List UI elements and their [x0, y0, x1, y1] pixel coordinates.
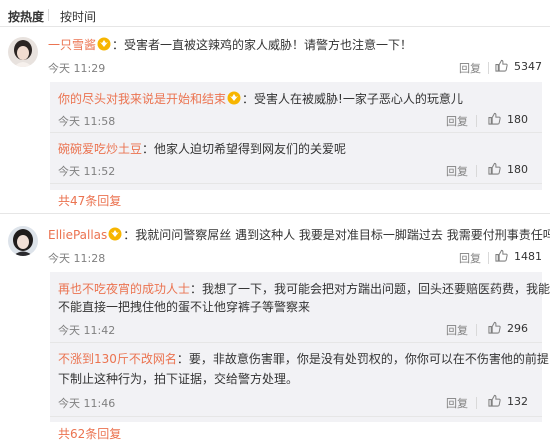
comment-text: ：受害者一直被这辣鸡的家人威胁！请警方也注意一下！ — [112, 38, 413, 52]
reply-text: ：他家人迫切希望得到网友们的关爱呢 — [142, 142, 347, 156]
reply-time: 今天 11:58 — [58, 115, 116, 128]
thumbs-up-icon — [488, 394, 501, 407]
reply-button[interactable]: 回复 — [446, 322, 468, 338]
sort-by-hot-tab[interactable]: 按热度 — [8, 8, 44, 25]
comment-text: ：我就问问警察屌丝 遇到这种人 我要是对准目标一脚踹过去 我需要付刑事责任吗 — [123, 228, 550, 242]
more-replies-link[interactable]: 共62条回复 — [58, 425, 121, 442]
reply-button[interactable]: 回复 — [446, 113, 468, 129]
thumbs-up-icon — [495, 59, 508, 72]
like-count: 296 — [507, 322, 528, 335]
sort-divider — [48, 9, 49, 21]
like-count: 132 — [507, 395, 528, 408]
action-divider — [476, 324, 477, 336]
reply-username[interactable]: 碗碗爱吃炒土豆 — [58, 142, 142, 156]
like-button[interactable]: 296 — [488, 321, 528, 335]
reply-time: 今天 11:46 — [58, 397, 116, 410]
vip-badge-icon — [108, 227, 122, 241]
action-divider — [488, 252, 489, 264]
comment-time: 今天 11:28 — [48, 252, 106, 265]
reply-time: 今天 11:42 — [58, 324, 116, 337]
like-button[interactable]: 1481 — [495, 249, 542, 263]
reply-divider — [50, 416, 542, 417]
vip-badge-icon — [97, 37, 111, 51]
like-button[interactable]: 180 — [488, 162, 528, 176]
action-divider — [476, 165, 477, 177]
reply-text: ：要，非故意伤害罪，你是没有处罚权的，你你可以在不伤害他的前提 — [176, 352, 549, 366]
action-divider — [488, 62, 489, 74]
avatar[interactable] — [8, 37, 38, 67]
reply-button[interactable]: 回复 — [446, 395, 468, 411]
reply-divider — [50, 342, 542, 343]
reply-text-continued: 下制止这种行为，拍下证据，交给警方处理。 — [58, 372, 299, 386]
thumbs-up-icon — [488, 112, 501, 125]
like-count: 1481 — [514, 250, 542, 263]
action-divider — [476, 397, 477, 409]
comment-username[interactable]: ElliePallas — [48, 228, 107, 242]
like-count: 5347 — [514, 60, 542, 73]
like-count: 180 — [507, 113, 528, 126]
reply-username[interactable]: 不涨到130斤不改网名 — [58, 352, 177, 366]
comment-divider — [0, 213, 550, 214]
reply-text-continued: 不能直接一把拽住他的蛋不让他穿裤子等警察来 — [58, 300, 311, 314]
reply-divider — [50, 183, 542, 184]
reply-time: 今天 11:52 — [58, 165, 116, 178]
comment-time: 今天 11:29 — [48, 62, 106, 75]
reply-username[interactable]: 你的尽头对我来说是开始和结束 — [58, 92, 226, 106]
thumbs-up-icon — [488, 162, 501, 175]
vip-badge-icon — [227, 91, 241, 105]
comment-username[interactable]: 一只雪酱 — [48, 38, 96, 52]
reply-button[interactable]: 回复 — [459, 250, 481, 266]
like-button[interactable]: 180 — [488, 112, 528, 126]
like-button[interactable]: 5347 — [495, 59, 542, 73]
action-divider — [476, 115, 477, 127]
sort-bar: 按热度 按时间 — [0, 0, 550, 27]
reply-button[interactable]: 回复 — [459, 60, 481, 76]
reply-button[interactable]: 回复 — [446, 163, 468, 179]
reply-username[interactable]: 再也不吃夜宵的成功人士 — [58, 282, 190, 296]
reply-text: ：我想了一下，我可能会把对方踹出问题，回头还要赔医药费，我能 — [190, 282, 550, 296]
thumbs-up-icon — [488, 321, 501, 334]
reply-text: ：受害人在被威胁!一家子恶心人的玩意儿 — [242, 92, 463, 106]
avatar[interactable] — [8, 226, 38, 256]
thumbs-up-icon — [495, 249, 508, 262]
sort-by-time-tab[interactable]: 按时间 — [60, 8, 96, 25]
reply-divider — [50, 132, 542, 133]
like-button[interactable]: 132 — [488, 394, 528, 408]
more-replies-link[interactable]: 共47条回复 — [58, 192, 121, 209]
like-count: 180 — [507, 163, 528, 176]
